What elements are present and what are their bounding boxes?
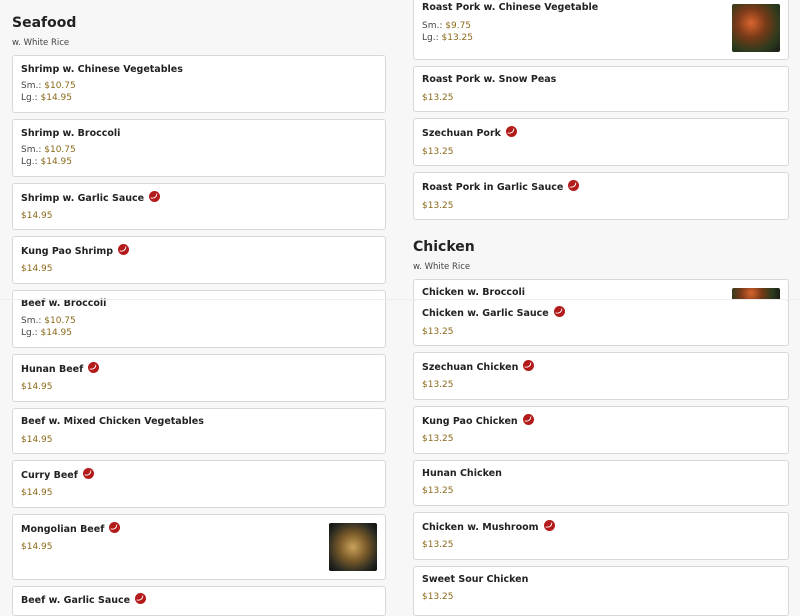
menu-item-name: Hunan Chicken	[422, 468, 502, 479]
section-title: Seafood	[12, 15, 77, 31]
dish-photo	[329, 523, 377, 571]
divider	[0, 299, 800, 300]
menu-item-card[interactable]: Shrimp w. Broccoli Sm.: $10.75 Lg.: $14.…	[12, 119, 386, 177]
small-price: Sm.: $10.75	[21, 145, 76, 155]
menu-item-name: Chicken w. Mushroom	[422, 520, 555, 533]
spicy-pepper-icon	[149, 191, 161, 202]
menu-item-name: Chicken w. Garlic Sauce	[422, 306, 565, 319]
spicy-pepper-icon	[135, 593, 147, 604]
menu-item-price: $14.95	[21, 264, 53, 274]
menu-item-price: $13.25	[422, 93, 454, 103]
menu-item-price: $14.95	[21, 542, 53, 552]
menu-item-card[interactable]: Roast Pork in Garlic Sauce $13.25	[413, 172, 789, 220]
spicy-pepper-icon	[543, 520, 555, 531]
small-price: Sm.: $10.75	[21, 316, 76, 326]
spicy-pepper-icon	[109, 522, 121, 533]
spicy-pepper-icon	[118, 244, 130, 255]
menu-item-name: Szechuan Pork	[422, 126, 517, 139]
menu-item-card[interactable]: Mongolian Beef $14.95	[12, 514, 386, 580]
menu-item-price: $14.95	[21, 382, 53, 392]
spicy-pepper-icon	[88, 362, 100, 373]
menu-item-price: $13.25	[422, 592, 454, 602]
menu-item-name: Shrimp w. Broccoli	[21, 128, 121, 139]
menu-item-price: $14.95	[21, 435, 53, 445]
menu-item-name: Beef w. Mixed Chicken Vegetables	[21, 416, 204, 427]
spicy-pepper-icon	[522, 414, 534, 425]
menu-item-card[interactable]: Szechuan Chicken $13.25	[413, 352, 789, 400]
chicken-section-header: Chicken w. White Rice	[413, 239, 475, 272]
spicy-pepper-icon	[523, 360, 535, 371]
menu-item-price: $13.25	[422, 327, 454, 337]
menu-item-name: Hunan Beef	[21, 362, 100, 375]
menu-item-card[interactable]: Sweet Sour Chicken $13.25	[413, 566, 789, 616]
menu-item-card[interactable]: Beef w. Garlic Sauce	[12, 586, 386, 616]
menu-item-card[interactable]: Chicken w. Mushroom $13.25	[413, 512, 789, 560]
menu-item-name: Sweet Sour Chicken	[422, 574, 529, 585]
menu-item-card[interactable]: Hunan Beef $14.95	[12, 354, 386, 402]
menu-item-card[interactable]: Szechuan Pork $13.25	[413, 118, 789, 166]
menu-item-name: Shrimp w. Garlic Sauce	[21, 191, 161, 204]
menu-item-price: $14.95	[21, 488, 53, 498]
menu-item-price: $14.95	[21, 211, 53, 221]
seafood-section-header: Seafood w. White Rice	[12, 15, 76, 48]
large-price: Lg.: $14.95	[21, 328, 72, 338]
menu-item-price: $13.25	[422, 540, 454, 550]
dish-photo	[732, 4, 780, 52]
menu-item-card[interactable]: Beef w. Mixed Chicken Vegetables $14.95	[12, 408, 386, 454]
menu-item-card[interactable]: Roast Pork w. Chinese Vegetable Sm.: $9.…	[413, 0, 789, 60]
large-price: Lg.: $14.95	[21, 93, 72, 103]
menu-item-card[interactable]: Roast Pork w. Snow Peas $13.25	[413, 66, 789, 112]
small-price: Sm.: $9.75	[422, 21, 472, 31]
menu-item-name: Roast Pork w. Snow Peas	[422, 74, 557, 85]
spicy-pepper-icon	[505, 126, 517, 137]
menu-item-name: Curry Beef	[21, 468, 94, 481]
large-price: Lg.: $14.95	[21, 157, 72, 167]
menu-item-price: $13.25	[422, 147, 454, 157]
menu-item-card[interactable]: Kung Pao Chicken $13.25	[413, 406, 789, 454]
section-subtitle: w. White Rice	[413, 262, 471, 272]
menu-item-price: $13.25	[422, 380, 454, 390]
menu-item-price: $13.25	[422, 486, 454, 496]
menu-item-name: Kung Pao Shrimp	[21, 244, 130, 257]
spicy-pepper-icon	[82, 468, 94, 479]
menu-item-card[interactable]: Curry Beef $14.95	[12, 460, 386, 508]
menu-item-name: Szechuan Chicken	[422, 360, 535, 373]
menu-item-price: $13.25	[422, 201, 454, 211]
menu-item-card[interactable]: Kung Pao Shrimp $14.95	[12, 236, 386, 284]
menu-item-card[interactable]: Shrimp w. Garlic Sauce $14.95	[12, 183, 386, 230]
menu-item-name: Roast Pork w. Chinese Vegetable	[422, 2, 599, 13]
menu-item-card[interactable]: Shrimp w. Chinese Vegetables Sm.: $10.75…	[12, 55, 386, 113]
menu-item-card[interactable]: Hunan Chicken $13.25	[413, 460, 789, 506]
section-title: Chicken	[413, 239, 475, 255]
large-price: Lg.: $13.25	[422, 33, 473, 43]
menu-item-price: $13.25	[422, 434, 454, 444]
spicy-pepper-icon	[553, 306, 565, 317]
menu-item-name: Shrimp w. Chinese Vegetables	[21, 64, 183, 75]
menu-item-name: Kung Pao Chicken	[422, 414, 534, 427]
spicy-pepper-icon	[568, 180, 580, 191]
menu-item-name: Chicken w. Broccoli	[422, 287, 526, 298]
section-subtitle: w. White Rice	[12, 38, 70, 48]
menu-item-card[interactable]: Chicken w. Garlic Sauce $13.25	[413, 299, 789, 346]
small-price: Sm.: $10.75	[21, 81, 76, 91]
menu-item-name: Roast Pork in Garlic Sauce	[422, 180, 580, 193]
menu-item-name: Mongolian Beef	[21, 522, 121, 535]
